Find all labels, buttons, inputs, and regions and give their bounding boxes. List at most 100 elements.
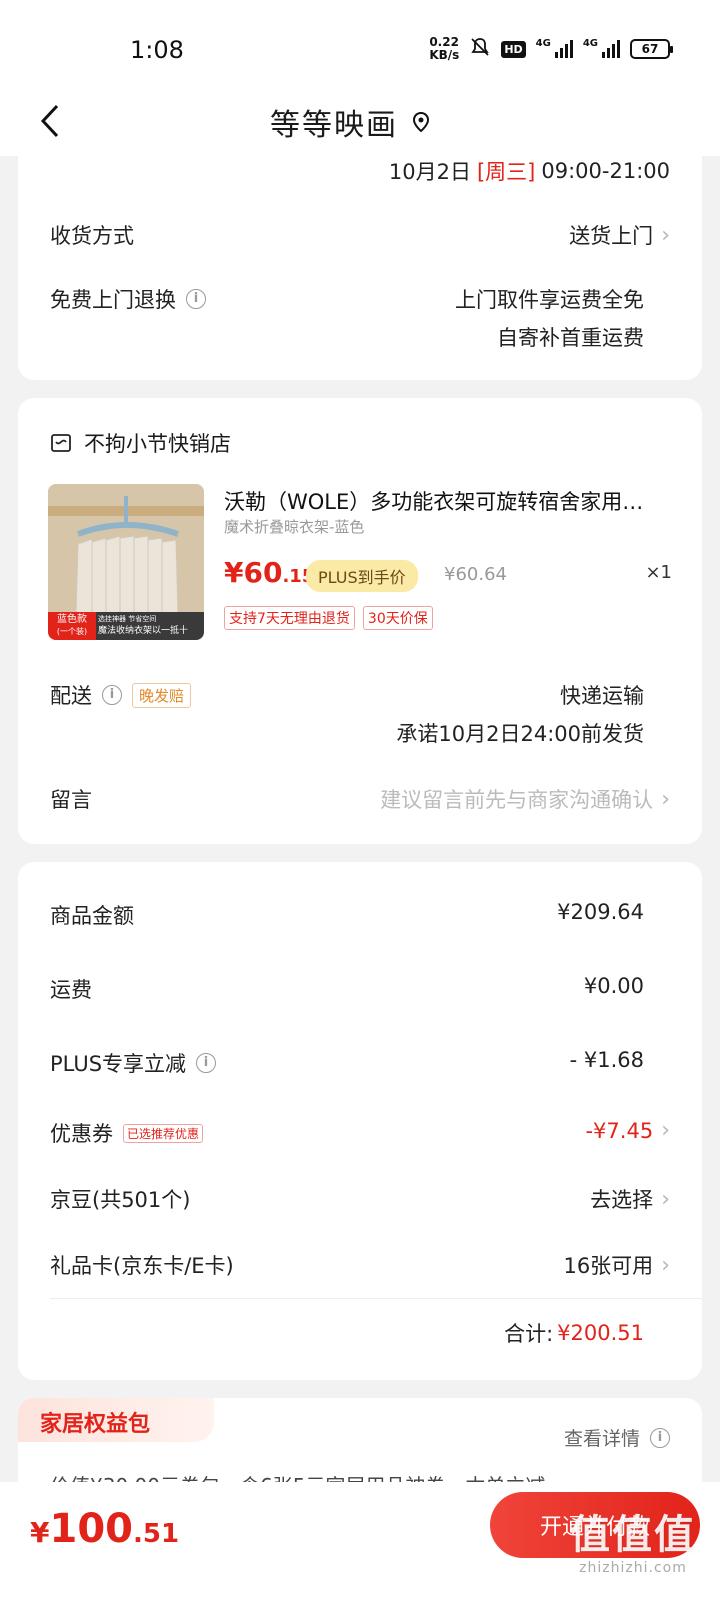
free-return-row: 免费上门退换 i 上门取件享运费全免 自寄补首重运费 xyxy=(50,284,670,352)
service-tags: 支持7天无理由退货 30天价保 xyxy=(224,606,433,630)
freight-label: 运费 xyxy=(50,978,92,1002)
bonus-header: 家居权益包 xyxy=(18,1398,214,1442)
status-icons: 0.22 KB/s HD 4G 4G 67 xyxy=(429,36,673,62)
status-time: 1:08 xyxy=(130,36,184,64)
summary-card: 商品金额 ¥209.64 运费 ¥0.00 PLUS专享立减 i - ¥1.68 … xyxy=(18,862,702,1380)
free-return-line2: 自寄补首重运费 xyxy=(497,326,644,350)
coupon-label: 优惠券 xyxy=(50,1122,113,1146)
watermark-url: zhizhizhi.com xyxy=(579,1560,687,1576)
giftcard-row[interactable]: 礼品卡(京东卡/E卡) 16张可用 › xyxy=(50,1250,670,1280)
nav-bar: 等等映画 xyxy=(0,90,720,156)
service-tag: 支持7天无理由退货 xyxy=(224,606,355,630)
chevron-right-icon: › xyxy=(661,786,670,812)
free-return-label: 免费上门退换 xyxy=(50,288,176,312)
status-bar: 1:08 0.22 KB/s HD 4G 4G 67 xyxy=(0,0,720,90)
jingdou-label: 京豆(共501个) xyxy=(50,1188,191,1212)
goods-amount-row: 商品金额 ¥209.64 xyxy=(50,900,670,930)
goods-amount-value: ¥209.64 xyxy=(557,900,644,924)
product-quantity: ×1 xyxy=(645,562,672,583)
plus-discount-row: PLUS专享立减 i - ¥1.68 xyxy=(50,1048,670,1078)
battery-icon: 67 xyxy=(630,39,673,59)
freight-value: ¥0.00 xyxy=(583,974,644,998)
chevron-right-icon: › xyxy=(661,1186,670,1212)
chevron-left-icon xyxy=(40,104,59,138)
shipping-promise: 承诺10月2日24:00前发货 xyxy=(396,722,644,746)
coupon-tag: 已选推荐优惠 xyxy=(123,1123,204,1143)
info-icon[interactable]: i xyxy=(102,685,122,705)
receive-method-value: 送货上门 xyxy=(569,224,654,248)
pay-amount-int: 100 xyxy=(49,1506,133,1552)
product-image[interactable]: 蓝色款 (一个装) 选挂神器 节省空间 魔法收纳衣架以一抵十 xyxy=(48,484,204,640)
total-label: 合计: xyxy=(504,1322,554,1346)
giftcard-value: 16张可用 xyxy=(563,1254,654,1278)
price-int: ¥60 xyxy=(224,556,283,589)
jingdou-value: 去选择 xyxy=(590,1188,654,1212)
nav-title-wrap[interactable]: 等等映画 xyxy=(270,100,430,144)
speed-unit: KB/s xyxy=(429,48,460,62)
shop-name: 不拘小节快销店 xyxy=(84,432,231,456)
info-icon[interactable]: i xyxy=(196,1053,217,1073)
total-value: ¥200.51 xyxy=(557,1321,644,1345)
freight-row: 运费 ¥0.00 xyxy=(50,974,670,1004)
pay-amount: ¥100.51 xyxy=(30,1506,179,1552)
mute-bell-icon xyxy=(469,36,491,62)
receive-method-label: 收货方式 xyxy=(50,224,134,248)
message-label: 留言 xyxy=(50,788,92,812)
signal-icon xyxy=(554,40,573,58)
shop-header[interactable]: 不拘小节快销店 xyxy=(50,428,231,458)
bonus-title: 家居权益包 xyxy=(40,1412,151,1437)
bonus-more-label: 查看详情 xyxy=(563,1428,640,1450)
total-row: 合计: ¥200.51 xyxy=(50,1318,670,1348)
image-tag-color: 蓝色款 xyxy=(57,614,87,625)
page-title: 等等映画 xyxy=(270,108,398,143)
giftcard-label: 礼品卡(京东卡/E卡) xyxy=(50,1254,234,1278)
message-row[interactable]: 留言 建议留言前先与商家沟通确认 › xyxy=(50,784,670,814)
delivery-time-row[interactable]: 10月2日 [周三] 09:00-21:00 xyxy=(50,156,670,186)
image-tag-count: (一个装) xyxy=(56,627,88,636)
shop-icon xyxy=(51,434,71,452)
delivery-card: 10月2日 [周三] 09:00-21:00 收货方式 送货上门 › 免费上门退换… xyxy=(18,150,702,380)
coupon-row[interactable]: 优惠券 已选推荐优惠 -¥7.45 › xyxy=(50,1118,670,1148)
delivery-date: 10月2日 xyxy=(388,160,471,184)
pay-amount-yen: ¥ xyxy=(30,1516,50,1549)
chevron-right-icon: › xyxy=(661,222,670,248)
product-title[interactable]: 沃勒（WOLE）多功能衣架可旋转宿舍家用魔术折叠晾衣架-蓝色 xyxy=(224,486,664,516)
chevron-right-icon: › xyxy=(661,1252,670,1278)
network-type-1: 4G xyxy=(535,37,551,49)
back-button[interactable] xyxy=(30,96,70,146)
plus-discount-label: PLUS专享立减 xyxy=(50,1052,187,1076)
original-price: ¥60.64 xyxy=(444,564,507,585)
chevron-right-icon: › xyxy=(661,1118,670,1143)
product-spec: 魔术折叠晾衣架-蓝色 xyxy=(224,518,365,536)
receive-method-row[interactable]: 收货方式 送货上门 › xyxy=(50,220,670,250)
network-type-2: 4G xyxy=(582,37,598,49)
watermark: 值值值 zhizhizhi.com xyxy=(570,1502,696,1576)
late-compensation-tag: 晚发赔 xyxy=(132,682,192,708)
signal-icon-2 xyxy=(602,40,620,58)
image-tag-sub: 选挂神器 节省空间 xyxy=(98,615,157,623)
plus-price-tag: PLUS到手价 xyxy=(306,560,418,592)
hd-icon: HD xyxy=(501,40,526,58)
shop-card: 不拘小节快销店 蓝色款 (一个装) 选挂神器 节省空间 魔法收纳衣架以一抵十 沃… xyxy=(18,398,702,844)
message-input[interactable]: 建议留言前先与商家沟通确认 xyxy=(380,784,653,814)
coupon-value: -¥7.45 xyxy=(585,1118,654,1143)
divider xyxy=(50,1298,702,1299)
info-icon: i xyxy=(650,1427,670,1448)
network-speed: 0.22 KB/s xyxy=(429,36,459,62)
delivery-weekday: [周三] xyxy=(476,160,536,184)
goods-amount-label: 商品金额 xyxy=(50,904,134,928)
shipping-value: 快递运输 xyxy=(560,684,644,708)
watermark-logo: 值值值 xyxy=(570,1512,696,1558)
jingdou-row[interactable]: 京豆(共501个) 去选择 › xyxy=(50,1184,670,1214)
plus-discount-value: - ¥1.68 xyxy=(569,1048,644,1072)
product-image-tags: 蓝色款 (一个装) 选挂神器 节省空间 魔法收纳衣架以一抵十 xyxy=(48,612,204,640)
shipping-row: 配送 i 晚发赔 快递运输 承诺10月2日24:00前发货 xyxy=(50,680,670,748)
location-pin-icon xyxy=(412,112,430,132)
product-price: ¥60.15 xyxy=(224,556,314,589)
image-tag-main: 魔法收纳衣架以一抵十 xyxy=(98,626,189,636)
pay-amount-dec: .51 xyxy=(132,1519,180,1549)
delivery-time-window: 09:00-21:00 xyxy=(541,159,670,183)
service-tag: 30天价保 xyxy=(362,606,433,630)
bonus-details-link[interactable]: 查看详情 i xyxy=(564,1424,670,1451)
info-icon[interactable]: i xyxy=(186,289,206,309)
